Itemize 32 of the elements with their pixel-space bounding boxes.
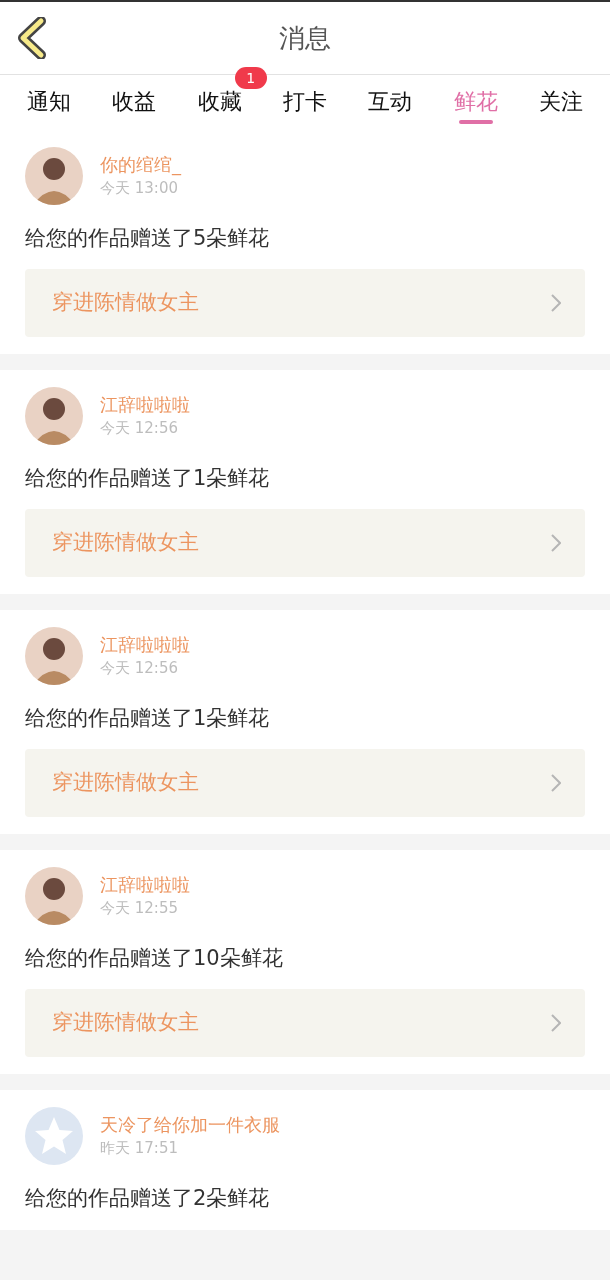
- user-name[interactable]: 你的绾绾_: [100, 153, 181, 177]
- tab[interactable]: 关注: [525, 75, 596, 130]
- book-link[interactable]: 穿进陈情做女主: [25, 269, 585, 337]
- user-name[interactable]: 江辞啦啦啦: [100, 633, 190, 657]
- message-text: 给您的作品赠送了5朵鲜花: [25, 225, 271, 252]
- book-link[interactable]: 穿进陈情做女主: [25, 509, 585, 577]
- chevron-right-icon: [551, 774, 561, 792]
- user-name[interactable]: 天冷了给你加一件衣服: [100, 1113, 280, 1137]
- message-time: 今天 12:56: [100, 418, 179, 439]
- message-text: 给您的作品赠送了1朵鲜花: [25, 705, 271, 732]
- page-title: 消息: [279, 21, 331, 55]
- tab[interactable]: 收益: [99, 75, 170, 130]
- user-name[interactable]: 江辞啦啦啦: [100, 393, 190, 417]
- back-button[interactable]: [16, 16, 48, 60]
- book-link[interactable]: 穿进陈情做女主: [25, 989, 585, 1057]
- message-text: 给您的作品赠送了2朵鲜花: [25, 1185, 271, 1212]
- notification-badge: 1: [234, 67, 267, 89]
- message-time: 昨天 17:51: [100, 1138, 179, 1159]
- chevron-right-icon: [551, 534, 561, 552]
- tab[interactable]: 鲜花: [440, 75, 511, 130]
- message-text: 给您的作品赠送了10朵鲜花: [25, 945, 284, 972]
- chevron-right-icon: [551, 294, 561, 312]
- tab[interactable]: 打卡: [270, 75, 340, 130]
- tab[interactable]: 通知: [14, 75, 84, 130]
- user-name[interactable]: 江辞啦啦啦: [100, 873, 190, 897]
- tab[interactable]: 互动: [355, 75, 426, 130]
- book-link[interactable]: 穿进陈情做女主: [25, 749, 585, 817]
- message-time: 今天 12:56: [100, 658, 179, 679]
- message-text: 给您的作品赠送了1朵鲜花: [25, 465, 271, 492]
- message-time: 今天 13:00: [100, 178, 179, 199]
- message-time: 今天 12:55: [100, 898, 179, 919]
- chevron-right-icon: [551, 1014, 561, 1032]
